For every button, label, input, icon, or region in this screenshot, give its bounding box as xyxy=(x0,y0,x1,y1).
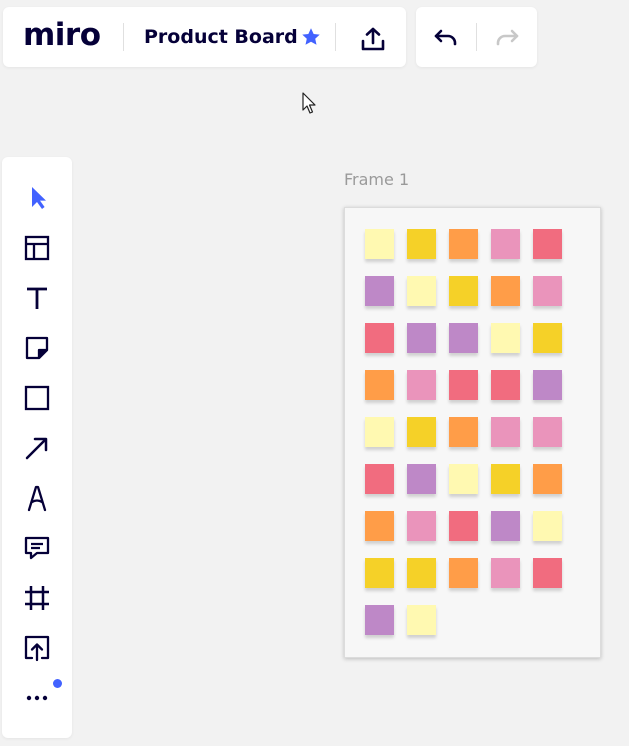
miro-logo[interactable]: miro xyxy=(23,17,101,53)
sticky-note[interactable] xyxy=(491,511,520,541)
sticky-note[interactable] xyxy=(407,511,436,541)
sticky-note[interactable] xyxy=(407,323,436,353)
tool-comment[interactable] xyxy=(21,532,53,564)
sticky-note[interactable] xyxy=(407,276,436,306)
upload-share-icon[interactable] xyxy=(359,25,387,53)
board-title[interactable]: Product Board xyxy=(144,26,298,48)
tool-shape[interactable] xyxy=(21,382,53,414)
sticky-note[interactable] xyxy=(407,558,436,588)
sticky-note[interactable] xyxy=(533,323,562,353)
sticky-note[interactable] xyxy=(407,605,436,635)
frame-1[interactable] xyxy=(344,207,601,658)
sticky-note[interactable] xyxy=(449,229,478,259)
tool-frame[interactable] xyxy=(21,582,53,614)
more-dots-icon xyxy=(26,695,48,701)
tool-pen[interactable] xyxy=(21,482,53,514)
sticky-note[interactable] xyxy=(407,370,436,400)
sticky-note[interactable] xyxy=(491,323,520,353)
tool-text[interactable] xyxy=(21,282,53,314)
mouse-cursor-icon xyxy=(302,92,316,114)
sticky-note[interactable] xyxy=(365,370,394,400)
tool-connection-line[interactable] xyxy=(21,432,53,464)
sticky-note[interactable] xyxy=(449,464,478,494)
square-shape-icon xyxy=(24,385,50,411)
divider xyxy=(476,23,477,51)
tool-upload[interactable] xyxy=(21,632,53,664)
comment-icon xyxy=(24,536,50,560)
sticky-note[interactable] xyxy=(365,229,394,259)
sticky-note[interactable] xyxy=(491,464,520,494)
pointer-arrow-icon xyxy=(32,187,46,209)
sticky-note[interactable] xyxy=(533,511,562,541)
sticky-note[interactable] xyxy=(407,417,436,447)
sticky-note[interactable] xyxy=(533,464,562,494)
sticky-note[interactable] xyxy=(407,464,436,494)
sticky-note[interactable] xyxy=(449,558,478,588)
tool-more[interactable] xyxy=(21,682,53,714)
sticky-note[interactable] xyxy=(533,558,562,588)
sticky-note[interactable] xyxy=(449,511,478,541)
notification-dot xyxy=(53,679,62,688)
undo-icon[interactable] xyxy=(433,26,459,50)
sticky-note[interactable] xyxy=(491,370,520,400)
upload-icon xyxy=(24,635,50,662)
tool-sticky-note[interactable] xyxy=(21,332,53,364)
frame-label[interactable]: Frame 1 xyxy=(344,170,409,189)
tool-templates[interactable] xyxy=(21,232,53,264)
left-toolbar xyxy=(2,157,72,738)
sticky-note[interactable] xyxy=(365,276,394,306)
sticky-note[interactable] xyxy=(365,464,394,494)
divider xyxy=(335,23,336,51)
tool-select[interactable] xyxy=(21,182,53,214)
sticky-note[interactable] xyxy=(491,276,520,306)
sticky-note[interactable] xyxy=(533,229,562,259)
history-bar xyxy=(416,7,537,67)
sticky-note[interactable] xyxy=(449,417,478,447)
top-bar: miro Product Board xyxy=(3,7,406,67)
sticky-note[interactable] xyxy=(407,229,436,259)
pen-icon xyxy=(27,485,47,512)
sticky-note[interactable] xyxy=(365,511,394,541)
sticky-note[interactable] xyxy=(365,417,394,447)
sticky-note[interactable] xyxy=(491,417,520,447)
frame-icon xyxy=(25,586,49,610)
sticky-note[interactable] xyxy=(449,370,478,400)
sticky-note[interactable] xyxy=(365,323,394,353)
layout-template-icon xyxy=(24,235,50,261)
star-icon[interactable] xyxy=(300,26,322,48)
sticky-note[interactable] xyxy=(491,229,520,259)
sticky-note[interactable] xyxy=(491,558,520,588)
sticky-note[interactable] xyxy=(365,558,394,588)
text-icon xyxy=(27,287,47,309)
divider xyxy=(123,23,124,51)
sticky-note[interactable] xyxy=(449,276,478,306)
sticky-note-icon xyxy=(25,336,49,360)
sticky-note[interactable] xyxy=(533,370,562,400)
sticky-note[interactable] xyxy=(449,323,478,353)
sticky-note[interactable] xyxy=(533,417,562,447)
redo-icon xyxy=(494,26,520,50)
arrow-line-icon xyxy=(25,437,48,460)
sticky-note[interactable] xyxy=(365,605,394,635)
sticky-note[interactable] xyxy=(533,276,562,306)
